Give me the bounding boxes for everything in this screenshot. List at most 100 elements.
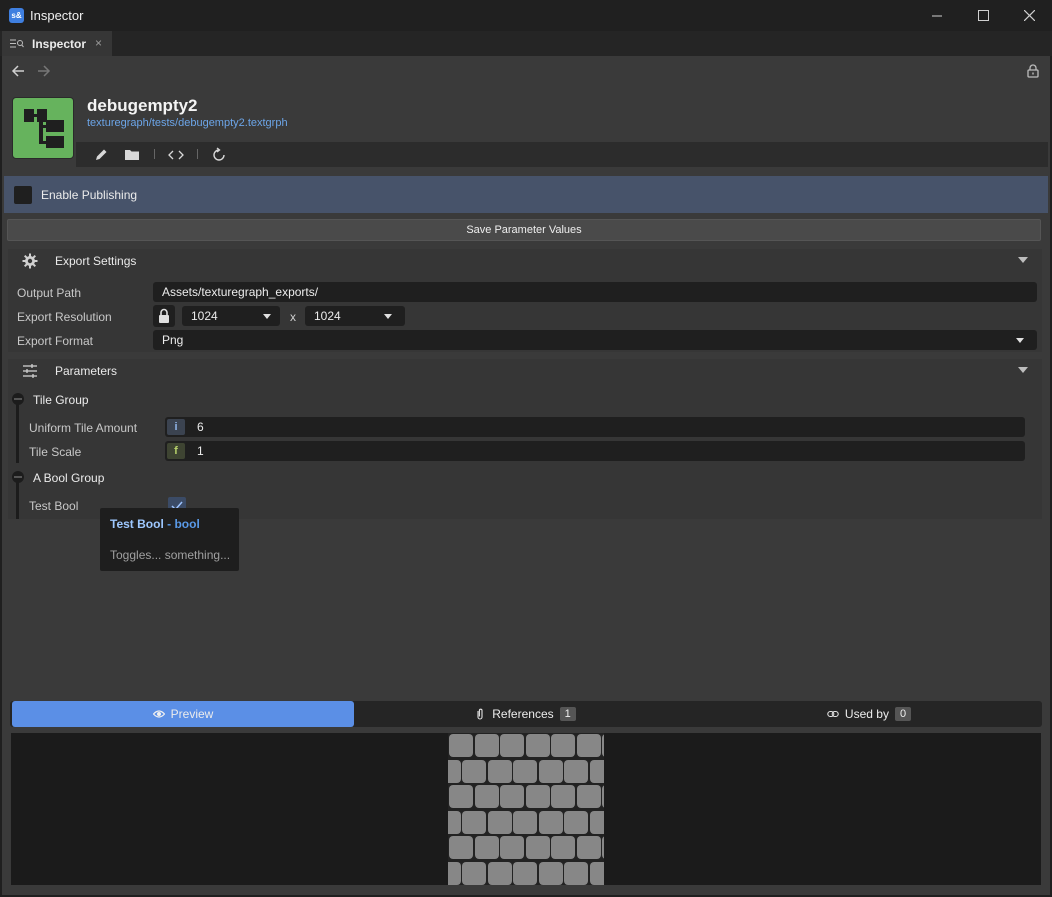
back-arrow-icon[interactable] — [11, 64, 25, 81]
collapse-group-icon[interactable] — [12, 471, 24, 483]
tile-brick — [448, 810, 461, 834]
tile-brick — [513, 810, 537, 834]
maximize-button[interactable] — [960, 0, 1006, 31]
tile-brick — [564, 810, 588, 834]
minimize-button[interactable] — [914, 0, 960, 31]
collapse-group-icon[interactable] — [12, 393, 24, 405]
parameters-title: Parameters — [55, 364, 118, 378]
param-value: 1 — [197, 444, 204, 458]
output-path-input[interactable]: Assets/texturegraph_exports/ — [153, 282, 1037, 302]
enable-publishing-checkbox[interactable] — [14, 186, 32, 204]
tile-brick — [448, 862, 461, 885]
chevron-down-icon[interactable] — [1018, 367, 1028, 373]
tile-brick — [576, 785, 601, 809]
resolution-height-dropdown[interactable]: 1024 — [305, 306, 405, 326]
toolbar-divider — [197, 149, 198, 159]
tile-brick — [551, 734, 575, 757]
export-settings-header[interactable]: Export Settings — [8, 249, 1042, 273]
texture-preview[interactable] — [11, 733, 1041, 885]
tab-preview[interactable]: Preview — [12, 701, 354, 727]
chevron-down-icon — [384, 314, 392, 319]
tile-brick — [602, 785, 604, 809]
tooltip-param-type: bool — [174, 517, 200, 531]
folder-icon[interactable] — [124, 147, 140, 163]
param-label: Uniform Tile Amount — [29, 421, 138, 435]
tooltip-description: Toggles... something... — [110, 548, 231, 562]
int-type-badge: i — [167, 419, 185, 435]
output-path-label: Output Path — [17, 286, 82, 300]
refresh-icon[interactable] — [211, 147, 227, 163]
tile-brick — [474, 785, 499, 809]
enable-publishing-label: Enable Publishing — [41, 188, 138, 202]
tile-brick — [449, 734, 473, 757]
tile-brick — [564, 759, 588, 783]
lock-icon — [159, 308, 169, 323]
tile-brick — [576, 836, 601, 860]
forward-arrow-icon[interactable] — [37, 64, 51, 81]
export-settings-title: Export Settings — [55, 254, 137, 268]
pencil-icon[interactable] — [93, 147, 109, 163]
app-logo: s& — [9, 8, 24, 23]
tab-close-icon[interactable]: × — [95, 36, 102, 50]
chevron-down-icon[interactable] — [1018, 257, 1028, 263]
parameters-header[interactable]: Parameters — [8, 359, 1042, 383]
tile-brick — [462, 759, 486, 783]
tile-brick — [449, 836, 473, 860]
link-icon — [827, 708, 839, 720]
tile-brick — [602, 734, 604, 757]
tab-inspector[interactable]: Inspector × — [2, 31, 112, 56]
tile-brick — [474, 734, 499, 757]
tile-brick — [538, 862, 563, 885]
navigation-bar — [2, 56, 1050, 88]
inspector-panel: debugempty2 texturegraph/tests/debugempt… — [2, 56, 1050, 895]
sliders-icon — [22, 363, 38, 379]
tile-brick — [525, 734, 550, 757]
tab-label: Inspector — [32, 37, 87, 51]
resolution-separator: x — [290, 310, 296, 324]
maximize-icon — [977, 10, 989, 21]
publishing-bar: Enable Publishing — [4, 176, 1048, 213]
asset-thumbnail — [12, 97, 74, 159]
tooltip-param-name: Test Bool — [110, 517, 164, 531]
asset-name: debugempty2 — [87, 96, 198, 115]
tile-brick — [513, 759, 537, 783]
asset-path-link[interactable]: texturegraph/tests/debugempty2.textgrph — [87, 117, 288, 129]
tile-brick — [448, 759, 461, 783]
tile-brick — [589, 862, 604, 885]
save-parameter-values-button[interactable]: Save Parameter Values — [7, 219, 1041, 241]
lock-icon[interactable] — [1027, 64, 1039, 81]
parameter-tooltip: Test Bool - bool Toggles... something... — [100, 508, 239, 571]
parameters-section: Parameters — [8, 359, 1042, 519]
tile-texture-image — [448, 733, 604, 885]
resolution-lock-button[interactable] — [153, 305, 175, 327]
param-value: 6 — [197, 420, 204, 434]
tab-used-by[interactable]: Used by 0 — [696, 701, 1042, 727]
used-by-count-badge: 0 — [894, 707, 912, 721]
tab-references[interactable]: References 1 — [354, 701, 696, 727]
group-line — [16, 395, 19, 463]
tile-brick — [500, 836, 524, 860]
tab-preview-label: Preview — [170, 707, 214, 721]
tile-scale-input[interactable]: f 1 — [165, 441, 1025, 461]
asset-toolbar — [76, 142, 1048, 167]
resolution-width-dropdown[interactable]: 1024 — [182, 306, 280, 326]
tooltip-title: Test Bool - bool — [110, 517, 200, 531]
export-format-dropdown[interactable]: Png — [153, 330, 1037, 350]
group-title: Tile Group — [33, 393, 89, 407]
tile-brick — [576, 734, 601, 757]
param-label: Test Bool — [29, 499, 79, 513]
toolbar-divider — [154, 149, 155, 159]
tile-brick — [538, 759, 563, 783]
tile-brick — [564, 862, 588, 885]
float-type-badge: f — [167, 443, 185, 459]
tile-brick — [602, 836, 604, 860]
resolution-height-value: 1024 — [314, 309, 341, 323]
tab-strip: Inspector × — [0, 31, 1052, 56]
texture-graph-icon — [24, 109, 64, 148]
uniform-tile-amount-input[interactable]: i 6 — [165, 417, 1025, 437]
close-window-button[interactable] — [1006, 0, 1052, 31]
tile-brick — [500, 785, 524, 809]
code-icon[interactable] — [168, 147, 184, 163]
resolution-width-value: 1024 — [191, 309, 218, 323]
tile-brick — [525, 785, 550, 809]
